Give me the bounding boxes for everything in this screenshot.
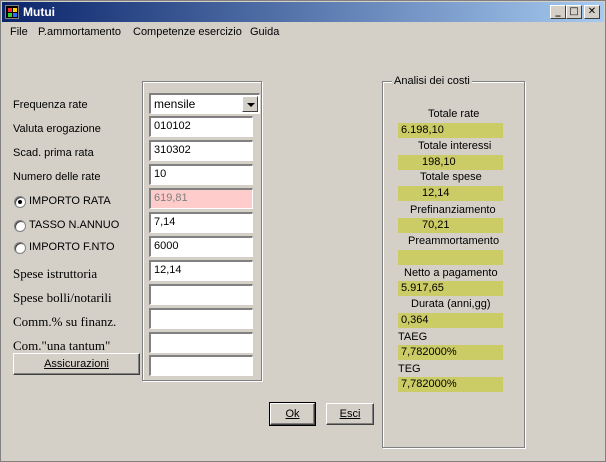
preammortamento-value [398,250,503,265]
preammortamento-label: Preammortamento [408,235,500,247]
prefinanziamento-label: Prefinanziamento [410,204,496,216]
frequenza-rate-label: Frequenza rate [13,99,88,111]
netto-pagamento-value: 5.917,65 [398,281,503,296]
analisi-costi-title: Analisi dei costi [392,75,472,87]
menu-file[interactable]: File [10,26,28,38]
title-bar[interactable]: Mutui _ □ ✕ [2,2,604,22]
com-una-tantum-input[interactable] [149,332,253,353]
frequenza-rate-value: mensile [154,97,196,111]
spese-bolli-input[interactable] [149,284,253,305]
ok-button[interactable]: Ok [269,402,316,426]
scad-prima-rata-value: 310302 [154,144,191,156]
assicurazioni-button-label: Assicurazioni [44,358,109,370]
tasso-annuo-label: TASSO N.ANNUO [29,219,120,231]
importo-fnto-label: IMPORTO F.NTO [29,241,115,253]
chevron-down-icon[interactable] [242,96,258,112]
importo-fnto-radio[interactable] [14,242,26,254]
importo-rata-radio[interactable] [14,196,26,208]
valuta-erogazione-label: Valuta erogazione [13,123,101,135]
durata-value: 0,364 [398,313,503,328]
totale-interessi-label: Totale interessi [418,140,492,152]
esci-button[interactable]: Esci [326,403,374,425]
assicurazioni-button[interactable]: Assicurazioni [13,353,140,375]
totale-interessi-value: 198,10 [398,155,503,170]
valuta-erogazione-input[interactable]: 010102 [149,116,253,137]
main-window: Mutui _ □ ✕ File P.ammortamento Competen… [0,0,606,462]
importo-rata-label: IMPORTO RATA [29,195,111,207]
tasso-annuo-value: 7,14 [154,216,176,228]
assicurazioni-input[interactable] [149,355,253,376]
importo-fnto-value: 6000 [154,240,179,252]
tasso-annuo-input[interactable]: 7,14 [149,212,253,233]
teg-label: TEG [398,363,421,375]
prefinanziamento-value: 70,21 [398,218,503,233]
numero-rate-value: 10 [154,168,167,180]
netto-pagamento-label: Netto a pagamento [404,267,498,279]
scad-prima-rata-input[interactable]: 310302 [149,140,253,161]
importo-rata-input[interactable]: 619,81 [149,188,253,209]
importo-rata-value: 619,81 [154,192,188,204]
window-title: Mutui [23,5,55,19]
menu-p-ammortamento[interactable]: P.ammortamento [38,26,121,38]
totale-spese-value: 12,14 [398,186,503,201]
spese-istruttoria-label: Spese istruttoria [13,266,98,281]
ok-button-label: Ok [285,408,300,420]
minimize-button[interactable]: _ [550,5,566,19]
totale-spese-label: Totale spese [420,171,482,183]
maximize-button[interactable]: □ [566,5,582,19]
menu-bar: File P.ammortamento Competenze esercizio… [2,23,604,42]
totale-rate-value: 6.198,10 [398,123,503,138]
importo-fnto-input[interactable]: 6000 [149,236,253,257]
valuta-erogazione-value: 010102 [154,120,191,132]
frequenza-rate-select[interactable]: mensile [149,93,260,114]
close-button[interactable]: ✕ [584,5,600,19]
menu-guida[interactable]: Guida [250,26,279,38]
numero-rate-label: Numero delle rate [13,171,101,183]
durata-label: Durata (anni,gg) [411,298,491,310]
teg-value: 7,782000% [398,377,503,392]
totale-rate-label: Totale rate [428,108,480,120]
comm-finanz-label: Comm.% su finanz. [13,314,117,329]
app-icon [5,5,19,19]
menu-competenze-esercizio[interactable]: Competenze esercizio [133,26,242,38]
scad-prima-rata-label: Scad. prima rata [13,147,94,159]
taeg-value: 7,782000% [398,345,503,360]
com-una-tantum-label: Com."una tantum" [13,338,111,353]
taeg-label: TAEG [398,331,428,343]
esci-button-label: Esci [339,408,361,420]
spese-bolli-label: Spese bolli/notarili [13,290,112,305]
spese-istruttoria-input[interactable]: 12,14 [149,260,253,281]
tasso-annuo-radio[interactable] [14,220,26,232]
numero-rate-input[interactable]: 10 [149,164,253,185]
comm-finanz-input[interactable] [149,308,253,329]
spese-istruttoria-value: 12,14 [154,264,182,276]
